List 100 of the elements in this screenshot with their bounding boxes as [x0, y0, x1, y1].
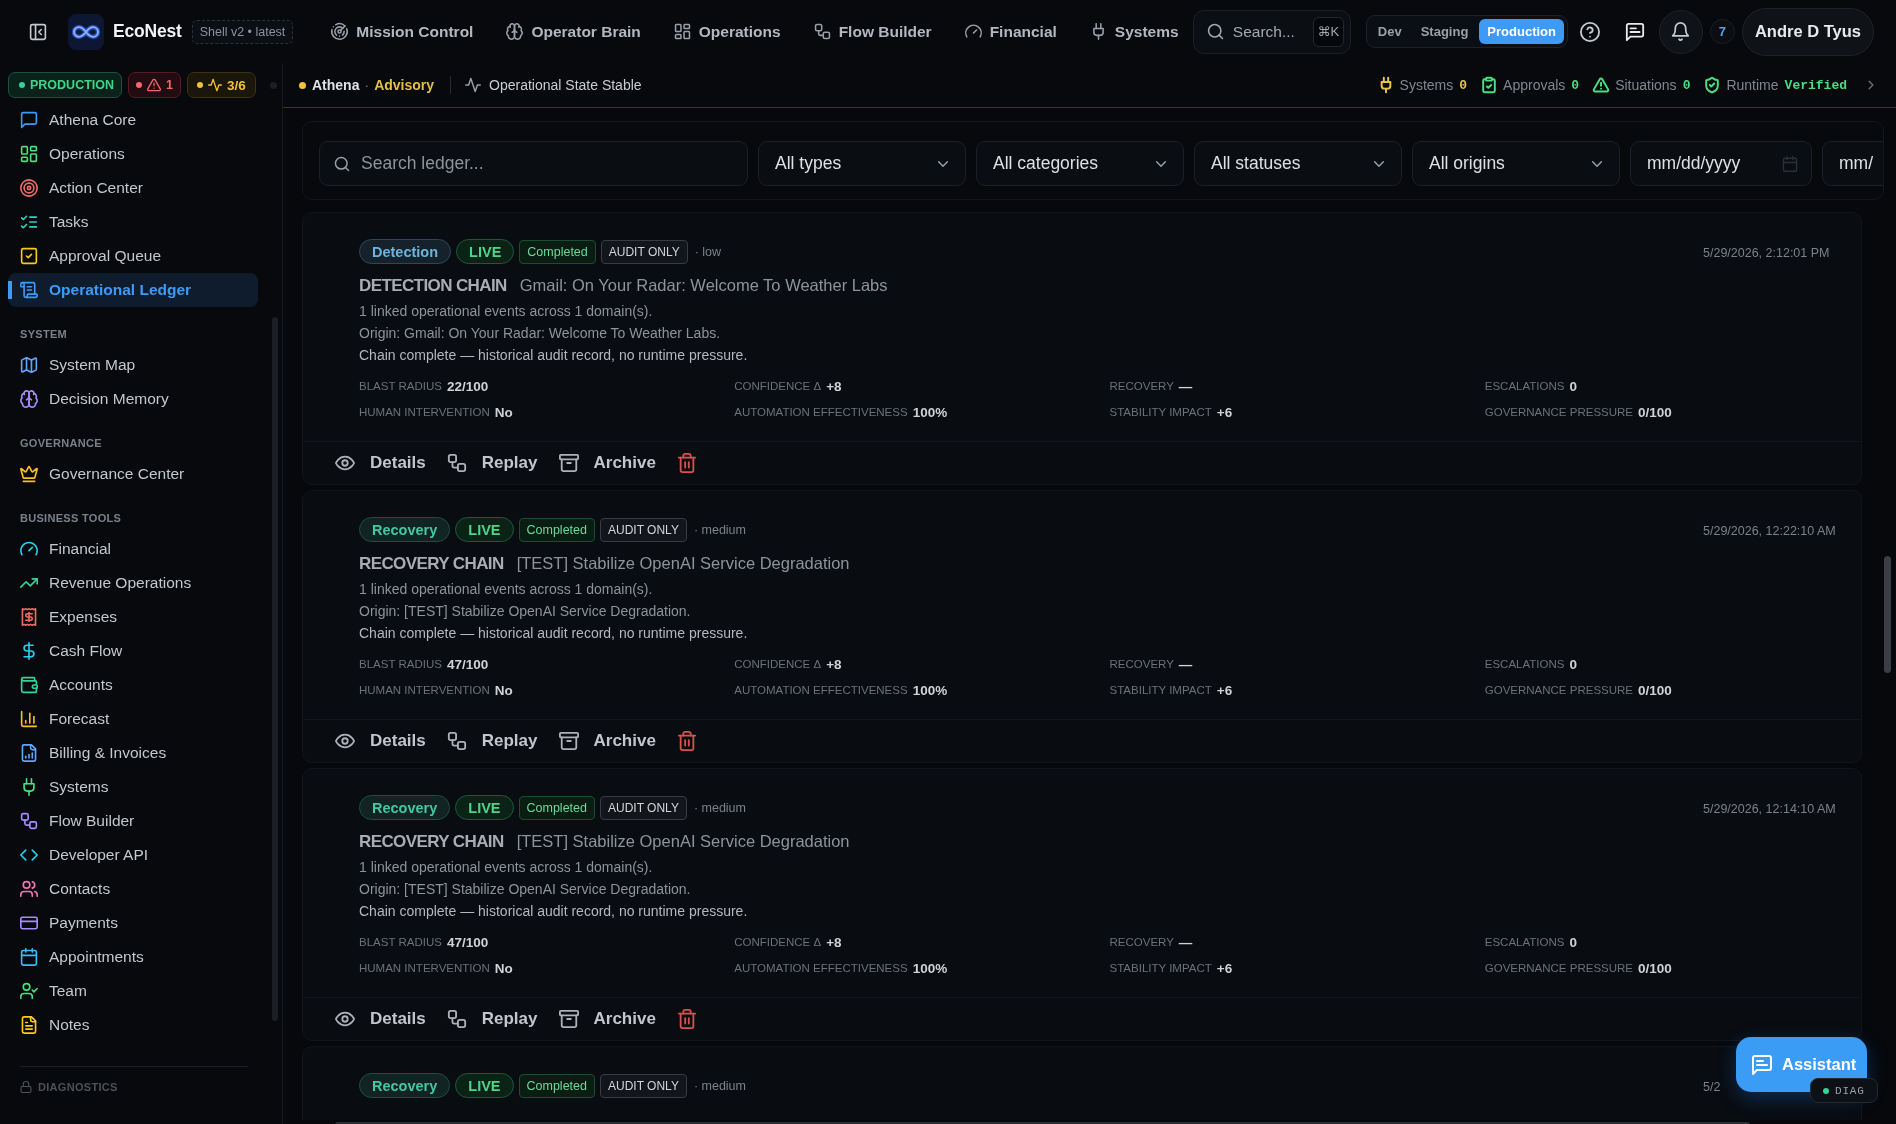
details-button[interactable]: Details	[335, 726, 426, 756]
scrollbar-thumb[interactable]	[1884, 556, 1891, 673]
sidebar-item[interactable]: System Map	[8, 348, 258, 382]
metric-label: CONFIDENCE Δ	[734, 935, 822, 949]
sidebar-item[interactable]: Accounts	[8, 668, 258, 702]
severity-label: · medium	[693, 800, 746, 815]
sidebar-item[interactable]: Notes	[8, 1008, 258, 1042]
replay-button[interactable]: Replay	[446, 1004, 538, 1034]
details-button[interactable]: Details	[335, 1004, 426, 1034]
sidebar-item[interactable]: Payments	[8, 906, 258, 940]
nav-link[interactable]: Operator Brain	[506, 22, 641, 41]
nav-link[interactable]: Flow Builder	[813, 22, 932, 41]
help-button[interactable]	[1579, 21, 1600, 42]
entry-title: Gmail: On Your Radar: Welcome To Weather Labs	[519, 275, 888, 296]
metric-value: +8	[826, 378, 842, 394]
metric-label: BLAST RADIUS	[359, 379, 442, 393]
metric-value: 100%	[912, 682, 948, 698]
indicator-label: Systems	[1399, 77, 1454, 93]
sidebar-item[interactable]: Tasks	[8, 205, 258, 239]
gauge-icon	[964, 23, 982, 40]
metric-label: STABILITY IMPACT	[1109, 961, 1212, 975]
environment-option[interactable]: Staging	[1412, 19, 1477, 44]
metric-value: 0/100	[1638, 682, 1672, 698]
user-menu-button[interactable]: Andre D Tyus	[1741, 7, 1874, 56]
lock-icon	[20, 1081, 32, 1093]
sidebar-item[interactable]: Billing & Invoices	[8, 736, 258, 770]
nav-link[interactable]: Financial	[964, 22, 1057, 41]
metric-label: AUTOMATION EFFECTIVENESS	[734, 683, 908, 697]
status-dot-icon	[269, 81, 277, 89]
messages-button[interactable]	[1624, 21, 1645, 42]
indicator-label: Runtime	[1726, 77, 1779, 93]
sidebar-item[interactable]: Developer API	[8, 838, 258, 872]
sidebar-item[interactable]: Forecast	[8, 702, 258, 736]
metric-value: +8	[826, 934, 842, 950]
live-badge: LIVE	[455, 795, 514, 820]
sidebar-toggle-button[interactable]	[29, 22, 47, 41]
diag-badge[interactable]: DIAG	[1810, 1078, 1878, 1103]
nav-link[interactable]: Operations	[673, 22, 781, 41]
radar-icon	[331, 23, 349, 40]
environment-option[interactable]: Dev	[1369, 19, 1410, 44]
name-separator: ·	[364, 77, 370, 93]
sidebar-item[interactable]: Governance Center	[8, 457, 258, 491]
details-button[interactable]: Details	[335, 448, 426, 478]
sidebar-item[interactable]: Athena Core	[8, 107, 258, 137]
metric-label: ESCALATIONS	[1484, 935, 1565, 949]
sidebar-item[interactable]: Cash Flow	[8, 634, 258, 668]
environment-badge[interactable]: PRODUCTION	[8, 72, 123, 98]
alerts-badge[interactable]: 1	[128, 72, 181, 98]
help-icon	[1579, 21, 1600, 42]
nav-link[interactable]: Systems	[1089, 22, 1179, 41]
archive-button[interactable]: Archive	[558, 726, 656, 756]
sidebar-item[interactable]: Action Center	[8, 171, 258, 205]
sidebar-item[interactable]: Flow Builder	[8, 804, 258, 838]
health-badge[interactable]: 3/6	[187, 72, 256, 98]
sidebar-item[interactable]: Operations	[8, 137, 258, 171]
logo-icon[interactable]	[68, 13, 104, 50]
archive-button[interactable]: Archive	[558, 1004, 656, 1034]
indicator-value: Verified	[1784, 77, 1847, 93]
sidebar-item[interactable]: Appointments	[8, 940, 258, 974]
metric-value: +6	[1216, 960, 1233, 976]
metric-value: 0	[1569, 656, 1577, 672]
archive-button[interactable]: Archive	[558, 448, 656, 478]
scrollbar-thumb[interactable]	[272, 317, 278, 1021]
brain-icon	[506, 23, 524, 40]
live-badge: LIVE	[456, 239, 515, 264]
replay-button[interactable]: Replay	[446, 726, 538, 756]
date-field[interactable]: mm/dd/yyyy	[1630, 141, 1812, 186]
metric-value: —	[1178, 934, 1193, 950]
metric-label: STABILITY IMPACT	[1109, 405, 1212, 419]
audit-badge: AUDIT ONLY	[600, 795, 687, 820]
metric-value: 0	[1569, 378, 1577, 394]
sidebar-item[interactable]: Decision Memory	[8, 382, 258, 416]
sidebar-item[interactable]: Approval Queue	[8, 239, 258, 273]
trash-icon	[676, 731, 697, 751]
metric-label: BLAST RADIUS	[359, 657, 442, 671]
category-tag: Recovery	[359, 1073, 451, 1098]
sidebar-item[interactable]: Financial	[8, 532, 258, 566]
sidebar-item[interactable]: Operational Ledger	[8, 273, 258, 307]
metric-label: ESCALATIONS	[1484, 379, 1565, 393]
trash-icon	[676, 1009, 697, 1029]
date-field[interactable]: mm/	[1822, 141, 1883, 186]
indicator-value: 0	[1682, 77, 1691, 93]
nav-link[interactable]: Mission Control	[331, 22, 474, 41]
metric-label: GOVERNANCE PRESSURE	[1484, 405, 1633, 419]
search-field[interactable]: Search ledger...	[319, 141, 748, 186]
panel-icon	[29, 22, 47, 41]
metric-value: —	[1178, 378, 1193, 394]
sidebar-item[interactable]: Contacts	[8, 872, 258, 906]
sidebar-item[interactable]: Team	[8, 974, 258, 1008]
flow-icon	[446, 731, 467, 751]
sidebar-item[interactable]: Systems	[8, 770, 258, 804]
replay-button[interactable]: Replay	[446, 448, 538, 478]
filter-dropdown[interactable]: All types	[758, 141, 966, 186]
filter-dropdown[interactable]: All categories	[976, 141, 1184, 186]
sidebar-item[interactable]: Expenses	[8, 600, 258, 634]
filter-dropdown[interactable]: All origins	[1412, 141, 1620, 186]
metric-value: 100%	[912, 404, 948, 420]
filter-dropdown[interactable]: All statuses	[1194, 141, 1402, 186]
sidebar-item[interactable]: Revenue Operations	[8, 566, 258, 600]
severity-label: · low	[694, 244, 722, 259]
